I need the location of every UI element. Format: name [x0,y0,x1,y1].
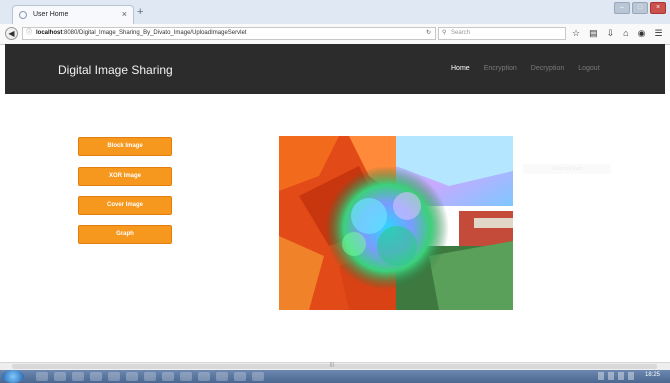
taskbar-app-icon[interactable] [90,372,102,381]
reading-list-icon[interactable]: ▤ [589,28,598,39]
url-path: :8080/Digital_Image_Sharing_By_Divato_Im… [62,30,247,36]
minimize-window-button[interactable]: – [614,2,630,14]
close-window-button[interactable]: × [650,2,666,14]
search-placeholder: Search [451,30,471,36]
url-text: localhost:8080/Digital_Image_Sharing_By_… [36,28,246,39]
toolbar-icons: ☆ ▤ ⇩ ⌂ ◉ ☰ [572,28,663,39]
maximize-window-button[interactable]: □ [632,2,648,14]
home-icon[interactable]: ⌂ [623,28,628,39]
taskbar-app-icon[interactable] [108,372,120,381]
search-input[interactable]: ⚲ Search [438,27,566,40]
menu-home-link[interactable]: Home [451,65,470,72]
site-menu: Home Encryption Decryption Logout [451,65,600,72]
taskbar-app-icon[interactable] [54,372,66,381]
taskbar-app-icon[interactable] [36,372,48,381]
windows-taskbar: 18:25 [0,370,670,383]
title-bar: User Home × + – □ × [0,0,670,25]
graph-button[interactable]: Graph [78,225,172,244]
taskbar-app-icon[interactable] [198,372,210,381]
taskbar-app-icon[interactable] [252,372,264,381]
scrollbar-thumb[interactable] [12,364,657,369]
tray-icon[interactable] [608,372,614,380]
url-host: localhost [36,30,63,36]
block-image-button[interactable]: Block Image [78,137,172,156]
tray-icon[interactable] [598,372,604,380]
download-icon[interactable]: ⇩ [607,28,615,39]
menu-icon[interactable]: ☰ [654,28,662,39]
window-controls: – □ × [614,2,666,14]
scrollbar-grip-icon: ||| [330,362,334,368]
tab-close-icon[interactable]: × [122,9,127,19]
taskbar-app-icon[interactable] [72,372,84,381]
xor-image-button[interactable]: XOR Image [78,167,172,186]
cover-image-button[interactable]: Cover Image [78,196,172,215]
taskbar-app-icon[interactable] [180,372,192,381]
processed-image [279,136,513,310]
page-favicon-icon [19,11,27,19]
site-header: Digital Image Sharing Home Encryption De… [5,44,665,94]
back-button[interactable]: ◀ [5,27,18,40]
taskbar-app-icon[interactable] [216,372,228,381]
tab-title: User Home [33,11,69,18]
taskbar-app-icon[interactable] [234,372,246,381]
taskbar-clock[interactable]: 18:25 [645,372,660,378]
system-tray [598,372,634,380]
browser-navigation-bar: ◀ ⓘ localhost:8080/Digital_Image_Sharing… [0,24,670,45]
menu-decryption-link[interactable]: Decryption [531,65,564,72]
search-icon: ⚲ [442,30,447,36]
tray-icon[interactable] [628,372,634,380]
menu-logout-link[interactable]: Logout [578,65,599,72]
taskbar-app-icon[interactable] [162,372,174,381]
browser-tab[interactable]: User Home × [12,5,134,25]
tray-icon[interactable] [618,372,624,380]
menu-encryption-link[interactable]: Encryption [484,65,517,72]
reload-icon[interactable]: ↻ [426,28,431,39]
selected-part-label: Selected Part [523,164,611,174]
site-brand[interactable]: Digital Image Sharing [58,63,173,77]
start-button[interactable] [2,370,24,383]
taskbar-app-icon[interactable] [126,372,138,381]
taskbar-app-icon[interactable] [144,372,156,381]
taskbar-apps [36,372,264,381]
address-bar[interactable]: ⓘ localhost:8080/Digital_Image_Sharing_B… [22,27,436,40]
site-info-icon[interactable]: ⓘ [26,28,32,39]
star-icon[interactable]: ☆ [572,28,580,39]
new-tab-icon[interactable]: + [137,6,143,18]
pocket-icon[interactable]: ◉ [638,28,646,39]
